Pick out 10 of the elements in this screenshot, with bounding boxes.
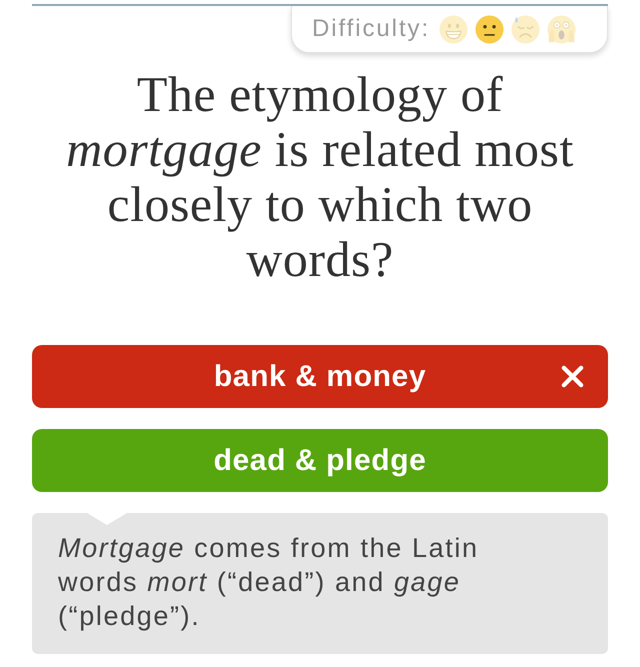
screaming-face-icon[interactable] — [547, 14, 576, 44]
question-text: The etymology of mortgage is related most closely to which two words? — [65, 67, 575, 287]
answer-button[interactable]: dead & pledge — [32, 429, 608, 492]
neutral-face-icon[interactable] — [475, 14, 504, 44]
difficulty-label: Difficulty: — [312, 14, 430, 44]
grinning-face-icon[interactable] — [439, 14, 468, 44]
answer-button[interactable]: bank & money — [32, 345, 608, 408]
sad-sweat-face-icon[interactable] — [511, 14, 540, 44]
explanation-text: Mortgage comes from the Latin words mort (“dead”) and gage (“pledge”). — [58, 532, 480, 633]
close-icon — [561, 365, 584, 388]
